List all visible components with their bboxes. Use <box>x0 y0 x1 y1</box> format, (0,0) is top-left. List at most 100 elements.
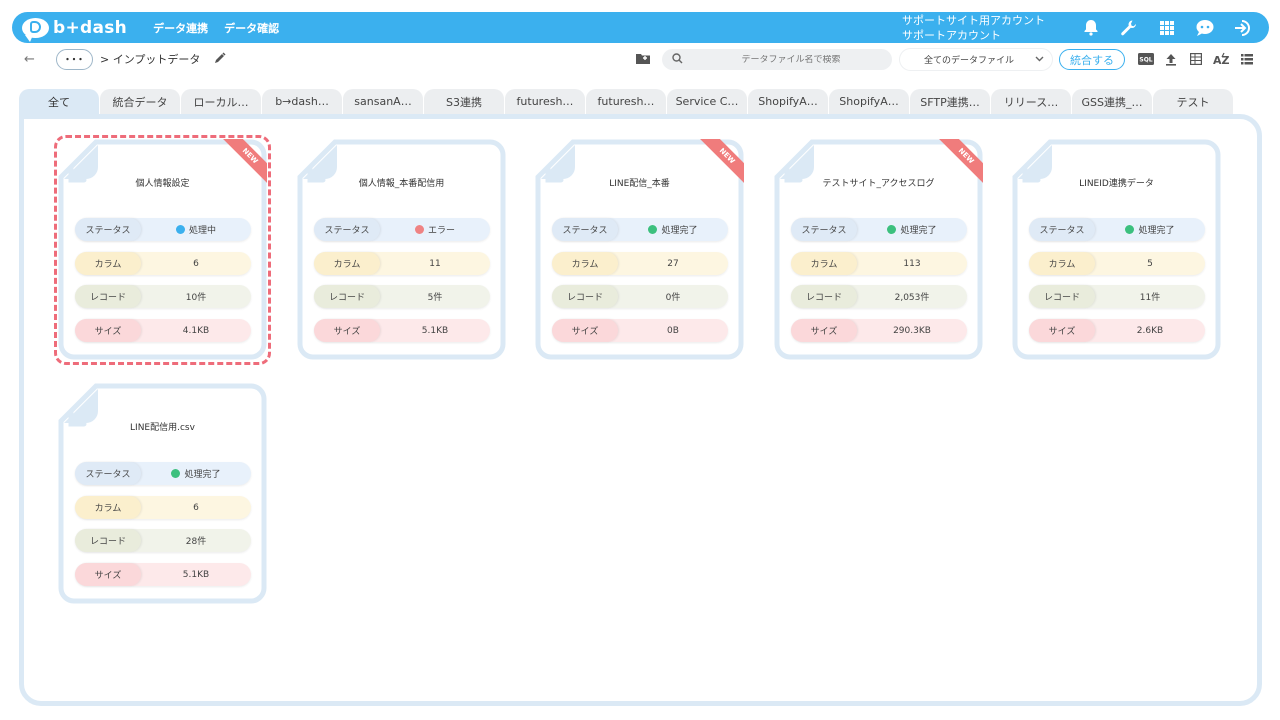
card-title: LINE配信用.csv <box>130 423 195 433</box>
status-row: ステータス 処理完了 <box>791 218 967 241</box>
record-row: レコード 0件 <box>552 285 728 308</box>
status-value: 処理完了 <box>857 223 967 236</box>
record-label: レコード <box>75 529 141 552</box>
tab-s3[interactable]: S3連携 <box>424 89 504 114</box>
record-label: レコード <box>552 285 618 308</box>
account-info[interactable]: サポートサイト用アカウント サポートアカウント <box>902 13 1045 43</box>
file-size: 2.6KB <box>1136 325 1164 336</box>
record-row: レコード 11件 <box>1029 285 1205 308</box>
record-count: 11件 <box>1139 293 1161 303</box>
size-row: サイズ 5.1KB <box>314 319 490 342</box>
bell-icon[interactable] <box>1081 18 1101 38</box>
back-arrow-icon[interactable]: ← <box>24 52 44 67</box>
column-label: カラム <box>75 496 141 519</box>
column-row: カラム 113 <box>791 252 967 275</box>
grid-icon[interactable] <box>1157 18 1177 38</box>
tab-local[interactable]: ローカル… <box>181 89 261 114</box>
tab-release[interactable]: リリース… <box>991 89 1071 114</box>
table-view-icon[interactable] <box>1187 51 1205 67</box>
tab-shopify-1[interactable]: ShopifyA… <box>748 89 828 114</box>
upload-icon[interactable] <box>1162 51 1180 67</box>
tab-integrated-data[interactable]: 統合データ <box>100 89 180 114</box>
tab-all[interactable]: 全て <box>19 89 99 114</box>
status-text: 処理完了 <box>900 226 937 236</box>
column-count: 27 <box>667 258 679 269</box>
tab-sansan[interactable]: sansanA… <box>343 89 423 114</box>
data-file-card[interactable]: NEW テストサイト_アクセスログ ステータス 処理完了 カラム 113 レコー… <box>774 139 983 360</box>
status-value: 処理完了 <box>141 467 251 480</box>
column-label: カラム <box>1029 252 1095 275</box>
tab-sftp[interactable]: SFTP連携… <box>910 89 990 114</box>
support-chat-icon[interactable] <box>1195 18 1215 38</box>
top-header: b+dash データ連携 データ確認 サポートサイト用アカウント サポートアカウ… <box>12 12 1269 43</box>
column-count: 6 <box>193 502 199 513</box>
column-row: カラム 11 <box>314 252 490 275</box>
record-row: レコード 5件 <box>314 285 490 308</box>
tab-test[interactable]: テスト <box>1153 89 1233 114</box>
column-label: カラム <box>552 252 618 275</box>
toolbar: ← ･･･ > インプットデータ 全てのデータファイル 統合する SQL AZ <box>12 45 1269 73</box>
column-count: 113 <box>903 258 921 269</box>
file-size: 0B <box>667 325 679 336</box>
app-logo[interactable]: b+dash <box>22 17 127 42</box>
data-file-card[interactable]: NEW LINE配信_本番 ステータス 処理完了 カラム 27 レコード 0件 … <box>535 139 744 360</box>
tab-futureshop-2[interactable]: futuresh… <box>586 89 666 114</box>
pencil-icon[interactable] <box>214 51 226 67</box>
folder-add-icon[interactable] <box>636 52 650 67</box>
category-tabs: 全て 統合データ ローカル… b→dash… sansanA… S3連携 fut… <box>19 89 1234 115</box>
status-label: ステータス <box>75 462 141 485</box>
status-row: ステータス 処理完了 <box>1029 218 1205 241</box>
data-file-card[interactable]: 個人情報_本番配信用 ステータス エラー カラム 11 レコード 5件 サイズ … <box>297 139 506 360</box>
card-title: テストサイト_アクセスログ <box>822 179 935 189</box>
status-label: ステータス <box>314 218 380 241</box>
size-label: サイズ <box>314 319 380 342</box>
tab-gss[interactable]: GSS連携_… <box>1072 89 1152 114</box>
breadcrumb-more-button[interactable]: ･･･ <box>56 48 93 70</box>
highlight-outline <box>54 135 271 365</box>
error-circle-icon <box>414 225 424 234</box>
status-row: ステータス 処理完了 <box>75 462 251 485</box>
card-title: LINE配信_本番 <box>609 179 670 189</box>
column-row: カラム 27 <box>552 252 728 275</box>
size-row: サイズ 5.1KB <box>75 563 251 586</box>
check-circle-icon <box>648 225 658 234</box>
card-title: 個人情報_本番配信用 <box>358 179 445 189</box>
column-count: 11 <box>429 258 441 269</box>
size-row: サイズ 2.6KB <box>1029 319 1205 342</box>
size-label: サイズ <box>75 563 141 586</box>
list-view-icon[interactable] <box>1238 51 1256 67</box>
sort-az-icon[interactable]: AZ <box>1212 51 1230 67</box>
tab-shopify-2[interactable]: ShopifyA… <box>829 89 909 114</box>
search-input[interactable] <box>701 54 881 65</box>
column-label: カラム <box>791 252 857 275</box>
status-row: ステータス エラー <box>314 218 490 241</box>
status-value: 処理完了 <box>618 223 728 236</box>
data-file-card[interactable]: LINE配信用.csv ステータス 処理完了 カラム 6 レコード 28件 サイ… <box>58 383 267 604</box>
search-box[interactable] <box>662 49 892 70</box>
record-count: 2,053件 <box>894 293 930 303</box>
status-text: 処理完了 <box>1138 226 1175 236</box>
logout-icon[interactable] <box>1233 18 1253 38</box>
logo-bubble-icon <box>22 17 49 42</box>
sql-icon[interactable]: SQL <box>1137 51 1155 67</box>
merge-button[interactable]: 統合する <box>1059 49 1125 70</box>
size-label: サイズ <box>1029 319 1095 342</box>
tab-bdash[interactable]: b→dash… <box>262 89 342 114</box>
nav-data-check[interactable]: データ確認 <box>224 20 279 36</box>
status-text: 処理完了 <box>184 470 221 480</box>
size-label: サイズ <box>552 319 618 342</box>
tab-futureshop-1[interactable]: futuresh… <box>505 89 585 114</box>
status-row: ステータス 処理完了 <box>552 218 728 241</box>
data-file-filter-select[interactable]: 全てのデータファイル <box>900 49 1052 70</box>
nav-data-integration[interactable]: データ連携 <box>153 20 208 36</box>
record-label: レコード <box>791 285 857 308</box>
column-count: 5 <box>1147 258 1153 269</box>
wrench-icon[interactable] <box>1119 18 1139 38</box>
size-row: サイズ 0B <box>552 319 728 342</box>
column-row: カラム 5 <box>1029 252 1205 275</box>
tab-service-c[interactable]: Service C… <box>667 89 747 114</box>
status-label: ステータス <box>1029 218 1095 241</box>
file-size: 5.1KB <box>421 325 449 336</box>
check-circle-icon <box>1125 225 1135 234</box>
data-file-card[interactable]: LINEID連携データ ステータス 処理完了 カラム 5 レコード 11件 サイ… <box>1012 139 1221 360</box>
